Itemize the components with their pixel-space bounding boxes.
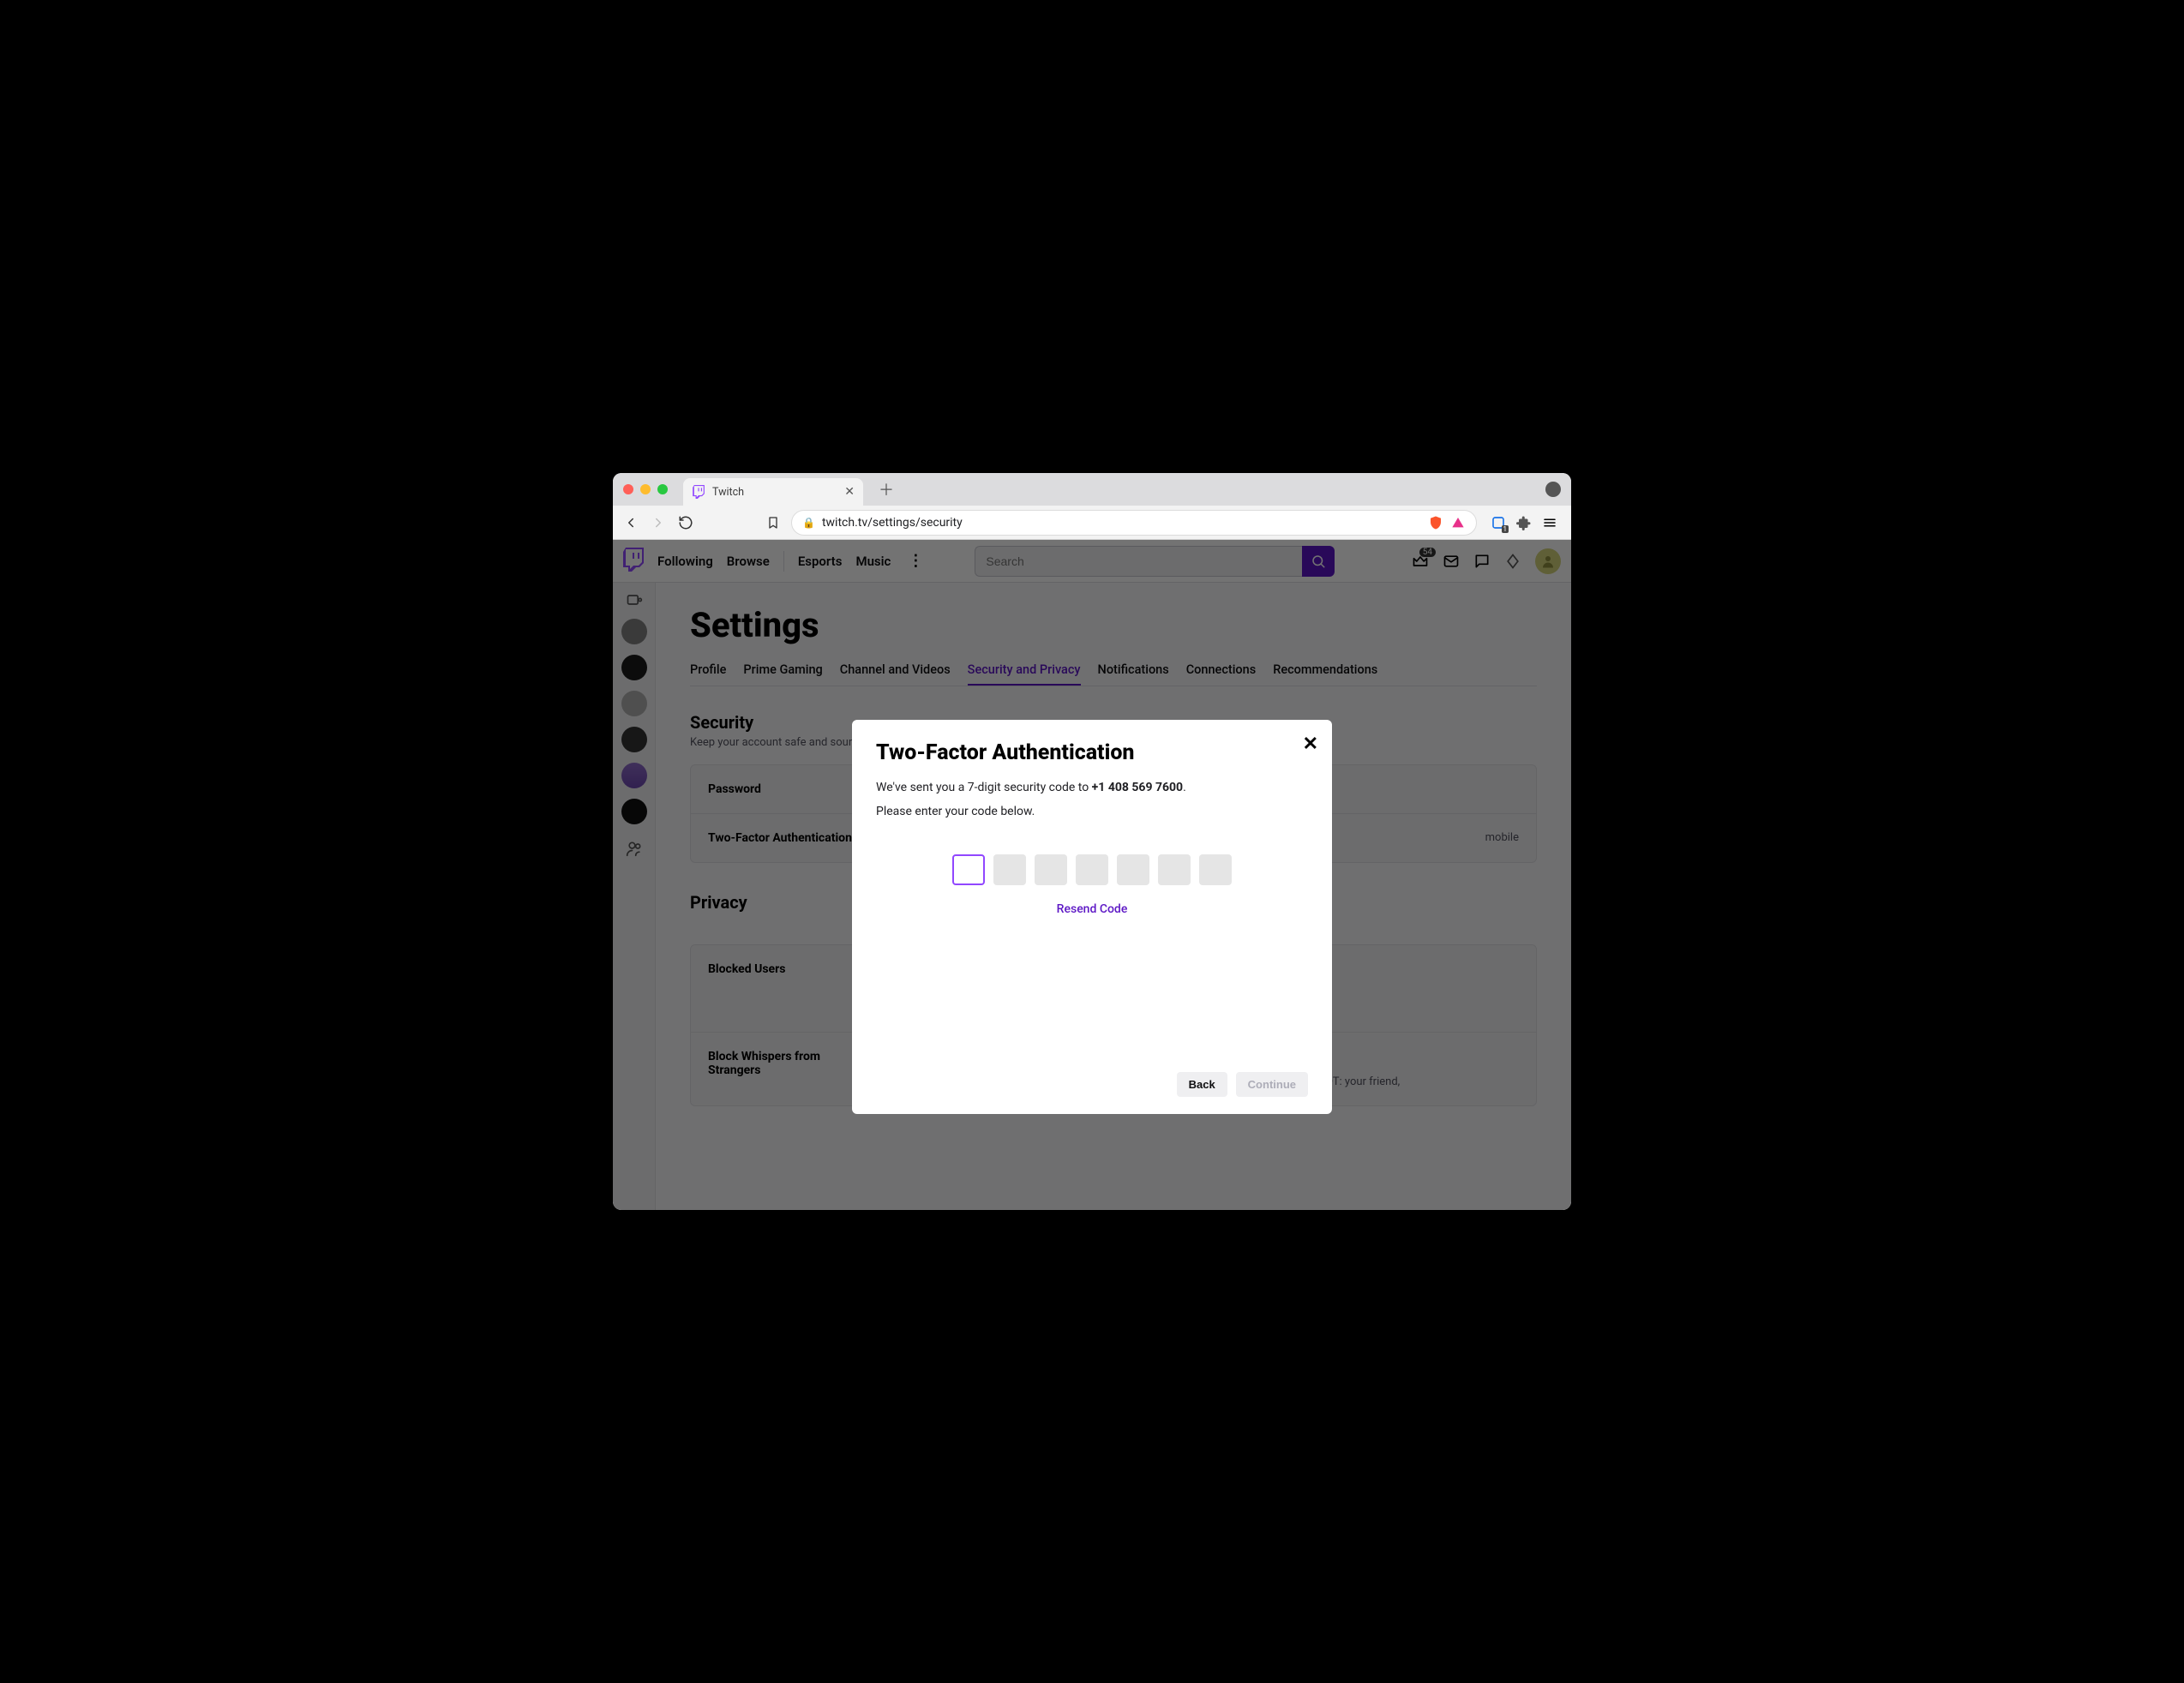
modal-title: Two-Factor Authentication	[876, 740, 1308, 765]
code-digit-7[interactable]	[1199, 854, 1232, 885]
back-button[interactable]: Back	[1177, 1072, 1227, 1097]
window-close-button[interactable]	[623, 484, 633, 494]
url-text: twitch.tv/settings/security	[822, 516, 963, 530]
browser-tab-strip: Twitch ✕ ＋	[613, 473, 1571, 506]
modal-sent-line: We've sent you a 7-digit security code t…	[876, 781, 1308, 794]
window-minimize-button[interactable]	[640, 484, 651, 494]
code-digit-4[interactable]	[1076, 854, 1108, 885]
modal-instruction: Please enter your code below.	[876, 805, 1308, 818]
modal-close-icon[interactable]: ✕	[1303, 734, 1318, 755]
profile-indicator-icon[interactable]	[1545, 482, 1561, 497]
nav-forward-button[interactable]	[649, 513, 668, 532]
page-content: Following Browse Esports Music ⋮ 54	[613, 540, 1571, 1210]
nav-back-button[interactable]	[621, 513, 640, 532]
code-digit-6[interactable]	[1158, 854, 1191, 885]
modal-sent-suffix: .	[1183, 781, 1186, 794]
extension-icon[interactable]: 1	[1491, 515, 1506, 530]
window-controls	[623, 484, 668, 494]
code-digit-2[interactable]	[993, 854, 1026, 885]
bookmark-icon[interactable]	[764, 513, 783, 532]
code-digit-3[interactable]	[1035, 854, 1067, 885]
tab-close-icon[interactable]: ✕	[844, 485, 855, 499]
twitch-favicon-icon	[692, 485, 705, 499]
modal-phone-number: +1 408 569 7600	[1092, 781, 1183, 794]
code-digit-1[interactable]	[952, 854, 985, 885]
modal-overlay[interactable]: ✕ Two-Factor Authentication We've sent y…	[613, 540, 1571, 1210]
url-bar[interactable]: 🔒 twitch.tv/settings/security	[791, 510, 1477, 536]
continue-button[interactable]: Continue	[1236, 1072, 1308, 1097]
extensions-menu-icon[interactable]	[1516, 515, 1532, 530]
brave-rewards-icon[interactable]	[1450, 515, 1466, 530]
code-input-group	[876, 854, 1308, 885]
browser-window: Twitch ✕ ＋ 🔒 twitch.tv/settings/security	[613, 473, 1571, 1210]
nav-reload-button[interactable]	[676, 513, 695, 532]
new-tab-button[interactable]: ＋	[870, 478, 903, 500]
window-zoom-button[interactable]	[657, 484, 668, 494]
browser-menu-icon[interactable]	[1542, 515, 1557, 530]
two-factor-modal: ✕ Two-Factor Authentication We've sent y…	[852, 720, 1332, 1114]
lock-icon: 🔒	[802, 517, 815, 529]
browser-tab[interactable]: Twitch ✕	[683, 478, 863, 506]
browser-tab-title: Twitch	[712, 486, 744, 499]
resend-code-link[interactable]: Resend Code	[876, 902, 1308, 916]
brave-shields-icon[interactable]	[1428, 515, 1443, 530]
modal-sent-prefix: We've sent you a 7-digit security code t…	[876, 781, 1092, 794]
browser-toolbar: 🔒 twitch.tv/settings/security 1	[613, 506, 1571, 540]
code-digit-5[interactable]	[1117, 854, 1149, 885]
